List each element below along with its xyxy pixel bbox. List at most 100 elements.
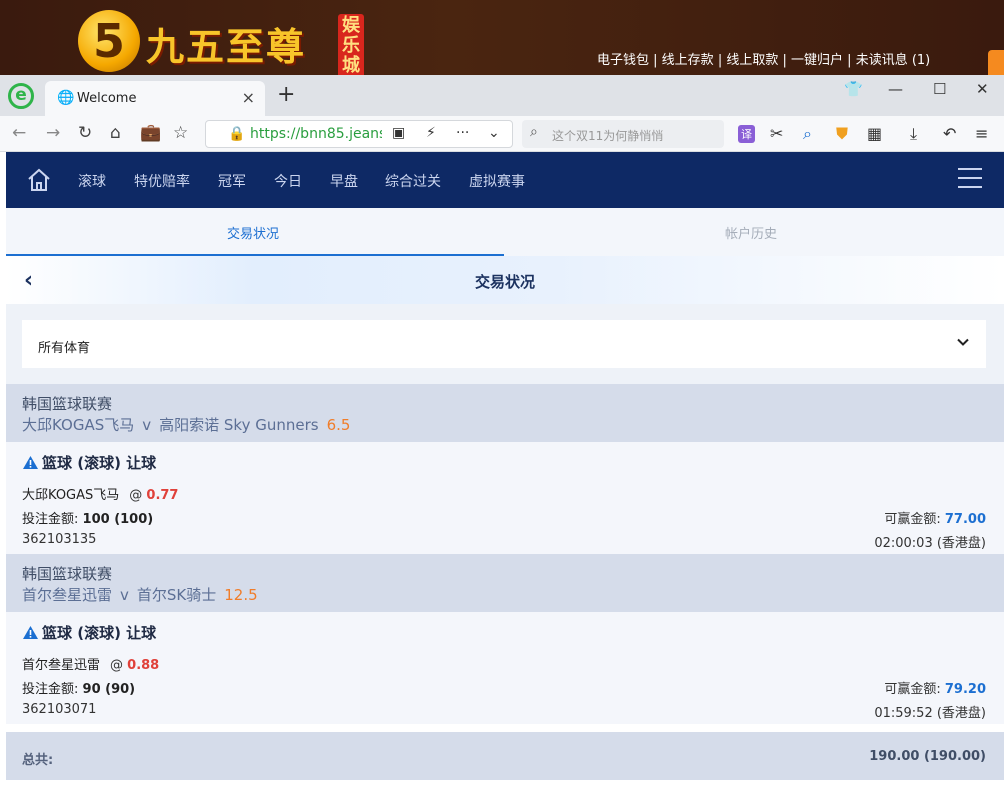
chevron-down-icon[interactable]: ⌄ xyxy=(488,125,500,141)
nav-item-early[interactable]: 早盘 xyxy=(330,171,358,191)
link-wallet[interactable]: 电子钱包 xyxy=(597,53,649,68)
hamburger-menu-icon[interactable] xyxy=(958,168,982,190)
match-header: 韩国篮球联赛 大邱KOGAS飞马 v 高阳索诺 Sky Gunners 6.5 xyxy=(6,384,1004,442)
site-logo-title: 九五至尊 xyxy=(146,24,307,69)
odds: 0.77 xyxy=(146,488,179,503)
nav-item-outright[interactable]: 冠军 xyxy=(218,171,246,191)
nav-item-special-odds[interactable]: 特优赔率 xyxy=(134,171,190,191)
reader-icon[interactable]: ▣ xyxy=(392,125,405,141)
undo-icon[interactable]: ↶ xyxy=(943,124,956,143)
link-unread-messages[interactable]: 未读讯息 (1) xyxy=(856,53,931,68)
link-withdraw[interactable]: 线上取款 xyxy=(726,53,778,68)
nav-item-live[interactable]: 滚球 xyxy=(78,171,106,191)
total-label: 总共: xyxy=(22,753,54,768)
tab-account-history[interactable]: 帐户历史 xyxy=(725,223,777,242)
address-bar[interactable]: 🔒 https://bnn85.jeans ▣ ⚡ ··· ⌄ xyxy=(205,120,513,148)
chevron-down-icon xyxy=(957,338,969,346)
potential-win: 可赢金额: 77.00 xyxy=(884,512,986,527)
top-links: 电子钱包 | 线上存款 | 线上取款 | 一键归户 | 未读讯息 (1) xyxy=(597,53,931,68)
match-teams: 首尔叁星迅雷 v 首尔SK骑士 12.5 xyxy=(22,586,258,604)
site-logo-seal: 娱乐城 xyxy=(338,14,364,75)
sub-tabs: 交易状况 帐户历史 xyxy=(6,208,1004,256)
handicap: 6.5 xyxy=(326,416,351,434)
lock-icon: 🔒 xyxy=(228,126,246,142)
globe-icon: 🌐 xyxy=(57,90,75,106)
sport-filter-value: 所有体育 xyxy=(38,341,91,356)
link-deposit[interactable]: 线上存款 xyxy=(662,53,714,68)
warning-icon xyxy=(23,626,38,639)
bet-type: 篮球 (滚球) 让球 xyxy=(22,622,156,643)
more-icon[interactable]: ··· xyxy=(456,125,469,141)
bet-details: 篮球 (滚球) 让球 首尔叁星迅雷 @ 0.88 投注金额: 90 (90) 36… xyxy=(6,612,1004,724)
stake: 投注金额: 100 (100) xyxy=(22,512,154,527)
translate-icon[interactable]: 译 xyxy=(738,125,755,143)
bet-time: 01:59:52 (香港盘) xyxy=(874,706,986,721)
browser-nav-bar: ← → ↻ ⌂ 💼 ☆ 🔒 https://bnn85.jeans ▣ ⚡ ··… xyxy=(0,116,1004,152)
tab-title: Welcome xyxy=(77,91,137,106)
browser-logo-icon: e xyxy=(8,83,34,109)
bet-selection: 首尔叁星迅雷 @ 0.88 xyxy=(22,658,160,673)
tab-transaction-status[interactable]: 交易状况 xyxy=(227,223,279,242)
home-icon[interactable] xyxy=(26,167,52,193)
bet-details: 篮球 (滚球) 让球 大邱KOGAS飞马 @ 0.77 投注金额: 100 (10… xyxy=(6,442,1004,554)
close-tab-icon[interactable]: × xyxy=(242,88,255,107)
filter-area: 所有体育 xyxy=(6,304,1004,384)
page-content: 滚球 特优赔率 冠军 今日 早盘 综合过关 虚拟赛事 交易状况 帐户历史 ‹ 交… xyxy=(6,152,1004,786)
favorites-icon[interactable]: ☆ xyxy=(173,123,188,143)
maximize-icon[interactable]: ☐ xyxy=(933,80,946,98)
odds: 0.88 xyxy=(127,658,160,673)
warning-icon xyxy=(23,456,38,469)
home-team: 首尔叁星迅雷 xyxy=(22,586,113,604)
banner-side-button[interactable] xyxy=(988,50,1004,75)
nav-item-today[interactable]: 今日 xyxy=(274,171,302,191)
match-header: 韩国篮球联赛 首尔叁星迅雷 v 首尔SK骑士 12.5 xyxy=(6,554,1004,612)
total-value: 190.00 (190.00) xyxy=(869,749,986,764)
bet-selection: 大邱KOGAS飞马 @ 0.77 xyxy=(22,488,179,503)
search-icon: ⌕ xyxy=(530,124,538,140)
reload-icon[interactable]: ↻ xyxy=(78,123,92,143)
page-title: 交易状况 xyxy=(474,273,535,291)
browser-menu-icon[interactable]: ≡ xyxy=(975,124,988,143)
bet-time: 02:00:03 (香港盘) xyxy=(874,536,986,551)
bet-type: 篮球 (滚球) 让球 xyxy=(22,452,156,473)
stake: 投注金额: 90 (90) xyxy=(22,682,136,697)
new-tab-icon[interactable]: + xyxy=(277,82,295,107)
lightning-icon[interactable]: ⚡ xyxy=(426,125,436,141)
browser-search-box[interactable]: ⌕ 这个双11为何静悄悄 xyxy=(522,120,724,148)
forward-icon[interactable]: → xyxy=(46,123,60,143)
match-teams: 大邱KOGAS飞马 v 高阳索诺 Sky Gunners 6.5 xyxy=(22,416,351,434)
site-banner: 5 九五至尊 娱乐城 电子钱包 | 线上存款 | 线上取款 | 一键归户 | 未… xyxy=(0,0,1004,75)
ticket-id: 362103071 xyxy=(22,702,97,717)
search-placeholder: 这个双11为何静悄悄 xyxy=(552,129,664,143)
download-icon[interactable]: ⤓ xyxy=(910,124,917,144)
ticket-id: 362103135 xyxy=(22,532,97,547)
total-bar: 总共: 190.00 (190.00) xyxy=(6,732,1004,780)
shield-icon[interactable]: ⛊ xyxy=(836,124,848,144)
nav-item-parlay[interactable]: 综合过关 xyxy=(385,171,441,191)
home-team: 大邱KOGAS飞马 xyxy=(22,416,135,434)
away-team: 首尔SK骑士 xyxy=(136,586,217,604)
link-one-click-transfer[interactable]: 一键归户 xyxy=(791,53,843,68)
app-nav-bar: 滚球 特优赔率 冠军 今日 早盘 综合过关 虚拟赛事 xyxy=(6,152,1004,208)
home-browser-icon[interactable]: ⌂ xyxy=(110,123,121,143)
logo-five-icon: 5 xyxy=(78,10,140,72)
nav-item-virtual[interactable]: 虚拟赛事 xyxy=(469,171,525,191)
potential-win: 可赢金额: 79.20 xyxy=(884,682,986,697)
away-team: 高阳索诺 Sky Gunners xyxy=(159,416,319,434)
url-text[interactable]: https://bnn85.jeans xyxy=(250,126,382,142)
close-window-icon[interactable]: ✕ xyxy=(976,80,989,98)
minimize-icon[interactable]: — xyxy=(888,80,903,98)
scissors-icon[interactable]: ✂ xyxy=(770,124,783,143)
apps-grid-icon[interactable]: ▦ xyxy=(867,124,882,143)
handicap: 12.5 xyxy=(224,586,258,604)
back-icon[interactable]: ← xyxy=(12,123,26,143)
browser-tab[interactable]: 🌐 Welcome × xyxy=(45,81,265,116)
title-bar: ‹ 交易状况 xyxy=(6,256,1004,304)
league-name: 韩国篮球联赛 xyxy=(22,395,113,413)
sport-filter-select[interactable]: 所有体育 xyxy=(22,320,986,368)
browser-tab-bar: e 🌐 Welcome × + 👕 — ☐ ✕ xyxy=(0,75,1004,116)
briefcase-icon[interactable]: 💼 xyxy=(140,123,161,143)
search-tool-icon[interactable]: ⌕ xyxy=(803,124,812,144)
league-name: 韩国篮球联赛 xyxy=(22,565,113,583)
shirt-icon[interactable]: 👕 xyxy=(844,80,863,98)
